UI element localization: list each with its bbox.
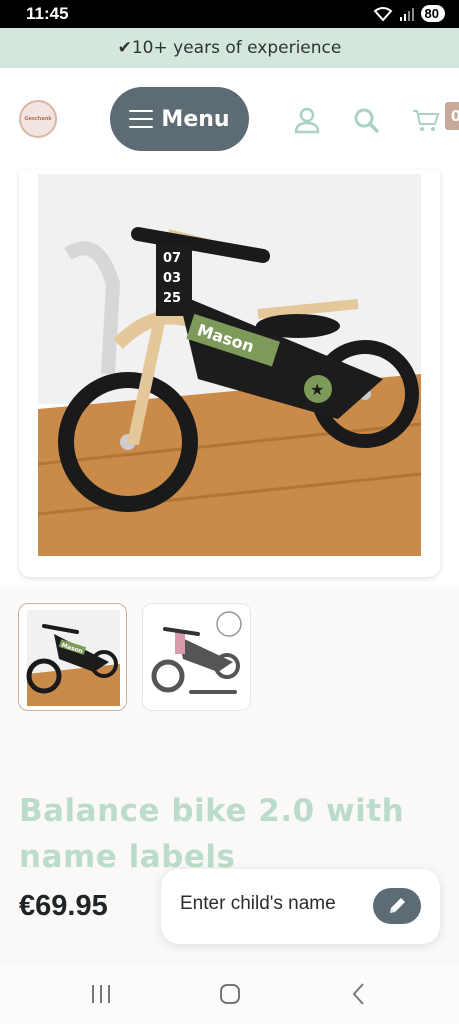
menu-button[interactable]: Menu — [110, 87, 249, 151]
home-icon[interactable] — [215, 980, 245, 1008]
main-image-card: 07 03 25 Mason ★ — [19, 170, 440, 577]
main-product-image[interactable]: 07 03 25 Mason ★ — [38, 174, 421, 556]
user-icon[interactable] — [293, 106, 321, 134]
promo-bar: ✔10+ years of experience — [0, 28, 459, 68]
menu-label: Menu — [161, 106, 230, 132]
promo-text: ✔10+ years of experience — [117, 38, 342, 58]
thumbnail-2-image — [143, 604, 250, 710]
thumbnail-1-image: Mason — [26, 610, 120, 706]
recent-apps-icon[interactable] — [86, 980, 116, 1008]
cart-icon[interactable] — [412, 106, 440, 134]
cart-count-badge[interactable]: 0 — [445, 102, 459, 130]
thumbnail-1[interactable]: Mason — [18, 603, 127, 711]
signal-icon — [399, 7, 414, 21]
hamburger-icon — [129, 110, 154, 128]
edit-name-button[interactable] — [373, 888, 421, 924]
site-logo[interactable]: Geschenk — [19, 100, 57, 138]
pencil-icon — [390, 898, 405, 913]
product-title: Balance bike 2.0 with name labels — [19, 793, 405, 875]
back-icon[interactable] — [344, 980, 374, 1008]
search-icon[interactable] — [352, 106, 380, 134]
date-line-1: 07 — [163, 251, 181, 266]
balance-bike-illustration: 07 03 25 Mason ★ — [38, 174, 421, 556]
system-nav-bar — [0, 964, 459, 1024]
status-icons: 80 — [373, 5, 445, 22]
svg-text:★: ★ — [310, 380, 324, 399]
product-price: €69.95 — [19, 890, 108, 922]
date-line-3: 25 — [163, 291, 181, 306]
site-header: Geschenk Menu 0 — [0, 68, 459, 170]
enter-name-label: Enter child's name — [180, 893, 336, 914]
enter-name-cta[interactable]: Enter child's name — [161, 869, 440, 944]
battery-icon: 80 — [420, 5, 445, 22]
logo-text: Geschenk — [24, 116, 52, 122]
thumbnail-strip: Mason — [0, 585, 459, 720]
description-peek — [19, 956, 439, 964]
date-line-2: 03 — [163, 271, 181, 286]
status-time: 11:45 — [26, 4, 69, 23]
wifi-icon — [373, 6, 393, 22]
thumbnail-2[interactable] — [142, 603, 251, 711]
status-bar: 11:45 80 — [0, 0, 459, 28]
